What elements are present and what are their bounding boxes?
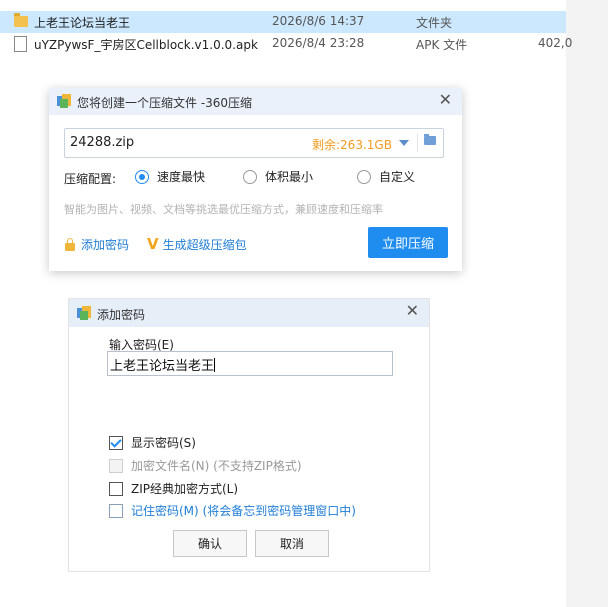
- archive-path-input[interactable]: 24288.zip 剩余:263.1GB: [64, 128, 444, 158]
- close-icon[interactable]: ✕: [406, 303, 419, 319]
- free-space-label: 剩余:263.1GB: [312, 138, 392, 152]
- archive-filename[interactable]: 24288.zip: [70, 135, 134, 150]
- compress-now-button[interactable]: 立即压缩: [368, 227, 448, 258]
- password-dialog-title: 添加密码: [97, 308, 146, 322]
- file-row-folder[interactable]: 上老王论坛当老王 2026/8/6 14:37 文件夹: [0, 11, 566, 33]
- close-icon[interactable]: ✕: [439, 92, 452, 108]
- file-type: 文件夹: [416, 16, 453, 30]
- checkbox-label: 加密文件名(N) (不支持ZIP格式): [131, 459, 302, 473]
- sfx-label: 生成超级压缩包: [162, 237, 247, 252]
- encrypt-filename-checkbox: 加密文件名(N) (不支持ZIP格式): [109, 457, 302, 474]
- scrollbar[interactable]: [566, 0, 608, 607]
- radio-icon: [357, 169, 371, 184]
- checkbox-label: 显示密码(S): [131, 436, 196, 450]
- compress-dialog-titlebar[interactable]: 您将创建一个压缩文件 -360压缩 ✕: [49, 88, 462, 115]
- password-dialog: 添加密码 ✕ 输入密码(E) 上老王论坛当老王 显示密码(S) 加密文件名(N)…: [68, 298, 430, 572]
- divider: [417, 134, 418, 152]
- file-row-apk[interactable]: uYZPywsF_宇房区Cellblock.v1.0.0.apk 2026/8/…: [0, 33, 572, 55]
- v-icon: V: [147, 235, 159, 253]
- password-dialog-titlebar[interactable]: 添加密码 ✕: [69, 299, 429, 327]
- radio-icon: [243, 169, 257, 184]
- folder-icon: [14, 13, 28, 27]
- remember-password-checkbox[interactable]: 记住密码(M) (将会备忘到密码管理窗口中): [109, 502, 356, 519]
- radio-label: 自定义: [379, 170, 416, 184]
- file-size: 402,0: [538, 36, 573, 50]
- radio-custom[interactable]: 自定义: [357, 168, 415, 185]
- compress-config-label: 压缩配置:: [64, 172, 117, 186]
- show-password-checkbox[interactable]: 显示密码(S): [109, 434, 196, 451]
- checkbox-label: 记住密码(M) (将会备忘到密码管理窗口中): [131, 504, 356, 518]
- file-date: 2026/8/4 23:28: [272, 36, 365, 50]
- checkbox-icon: [109, 458, 123, 473]
- compress-hint: 智能为图片、视频、文档等挑选最优压缩方式，兼顾速度和压缩率: [64, 203, 383, 216]
- checkbox-label: ZIP经典加密方式(L): [131, 482, 239, 496]
- password-value: 上老王论坛当老王: [110, 359, 215, 374]
- radio-smallest[interactable]: 体积最小: [243, 168, 313, 185]
- browse-folder-icon[interactable]: [424, 134, 436, 145]
- checkbox-checked-icon: [109, 435, 123, 450]
- file-date: 2026/8/6 14:37: [272, 14, 365, 28]
- radio-selected-icon: [135, 169, 149, 184]
- text-caret: [214, 358, 216, 372]
- file-name: 上老王论坛当老王: [34, 16, 131, 30]
- dropdown-arrow-icon[interactable]: [399, 140, 409, 146]
- radio-fastest[interactable]: 速度最快: [135, 168, 205, 185]
- cancel-button[interactable]: 取消: [255, 530, 329, 557]
- lock-icon: [65, 237, 75, 251]
- password-input[interactable]: 上老王论坛当老王: [107, 351, 393, 376]
- checkbox-icon: [109, 503, 123, 518]
- file-icon: [14, 36, 27, 52]
- file-type: APK 文件: [416, 38, 468, 52]
- radio-label: 速度最快: [157, 170, 206, 184]
- checkbox-icon: [109, 481, 123, 496]
- ok-button[interactable]: 确认: [173, 530, 247, 557]
- compress-dialog: 您将创建一个压缩文件 -360压缩 ✕ 24288.zip 剩余:263.1GB…: [49, 88, 462, 271]
- radio-label: 体积最小: [265, 170, 314, 184]
- add-password-link[interactable]: 添加密码: [65, 236, 129, 253]
- zip-classic-checkbox[interactable]: ZIP经典加密方式(L): [109, 480, 238, 497]
- file-name: uYZPywsF_宇房区Cellblock.v1.0.0.apk: [34, 38, 258, 52]
- app-360-icon: [57, 94, 71, 108]
- sfx-link[interactable]: V 生成超级压缩包: [147, 235, 247, 253]
- app-360-icon: [77, 306, 91, 320]
- compress-dialog-title: 您将创建一个压缩文件 -360压缩: [77, 96, 253, 110]
- add-password-label: 添加密码: [81, 238, 130, 252]
